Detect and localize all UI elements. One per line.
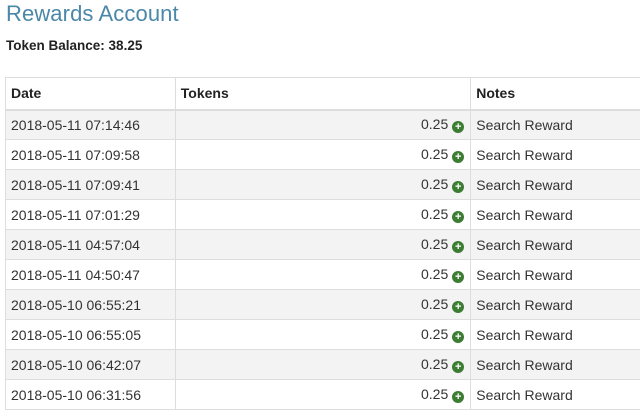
token-amount: 0.25 [420, 206, 449, 222]
plus-circle-icon: + [452, 361, 465, 373]
cell-tokens: 0.25 + [174, 259, 472, 290]
cell-date: 2018-05-10 06:55:05 [5, 319, 176, 350]
token-amount: 0.25 [420, 386, 449, 402]
cell-notes: Search Reward [470, 229, 640, 260]
plus-circle-icon: + [452, 391, 465, 403]
cell-notes: Search Reward [470, 169, 640, 200]
cell-date: 2018-05-11 04:57:04 [5, 229, 176, 260]
cell-date: 2018-05-11 04:50:47 [5, 259, 176, 290]
cell-date: 2018-05-11 07:09:41 [5, 169, 176, 200]
token-amount: 0.25 [420, 326, 449, 342]
plus-circle-icon: + [452, 151, 465, 163]
table-row: 2018-05-11 04:50:47 0.25 + Search Reward [5, 259, 640, 290]
token-amount: 0.25 [420, 236, 449, 252]
table-row: 2018-05-11 07:09:41 0.25 + Search Reward [5, 169, 640, 200]
table-row: 2018-05-11 07:14:46 0.25 + Search Reward [5, 109, 640, 140]
cell-tokens: 0.25 + [174, 349, 472, 380]
cell-notes: Search Reward [470, 349, 640, 380]
rewards-table: Date Tokens Notes 2018-05-11 07:14:46 0.2… [5, 77, 640, 410]
table-header-row: Date Tokens Notes [5, 77, 640, 111]
table-row: 2018-05-11 07:09:58 0.25 + Search Reward [5, 139, 640, 170]
cell-notes: Search Reward [470, 289, 640, 320]
plus-circle-icon: + [452, 301, 465, 313]
token-balance-value: 38.25 [108, 38, 143, 53]
cell-tokens: 0.25 + [174, 319, 472, 350]
column-header-tokens: Tokens [174, 77, 472, 111]
cell-date: 2018-05-11 07:01:29 [5, 199, 176, 230]
cell-date: 2018-05-10 06:42:07 [5, 349, 176, 380]
table-row: 2018-05-11 07:01:29 0.25 + Search Reward [5, 199, 640, 230]
cell-date: 2018-05-10 06:55:21 [5, 289, 176, 320]
token-balance: Token Balance: 38.25 [6, 38, 142, 53]
page-title: Rewards Account [6, 1, 179, 26]
column-header-notes: Notes [470, 77, 640, 111]
cell-tokens: 0.25 + [174, 229, 472, 260]
token-amount: 0.25 [420, 116, 449, 133]
cell-tokens: 0.25 + [174, 109, 472, 140]
cell-tokens: 0.25 + [174, 169, 472, 200]
token-amount: 0.25 [420, 266, 449, 282]
plus-circle-icon: + [452, 271, 465, 283]
plus-circle-icon: + [452, 181, 465, 193]
cell-tokens: 0.25 + [174, 379, 472, 410]
cell-notes: Search Reward [470, 139, 640, 170]
cell-date: 2018-05-10 06:31:56 [5, 379, 176, 410]
token-amount: 0.25 [420, 176, 449, 192]
plus-circle-icon: + [452, 211, 465, 223]
token-balance-label: Token Balance: [6, 38, 105, 53]
cell-notes: Search Reward [470, 109, 640, 140]
cell-tokens: 0.25 + [174, 139, 472, 170]
plus-circle-icon: + [452, 241, 465, 253]
table-row: 2018-05-10 06:55:21 0.25 + Search Reward [5, 289, 640, 320]
table-row: 2018-05-10 06:42:07 0.25 + Search Reward [5, 349, 640, 380]
cell-tokens: 0.25 + [174, 199, 472, 230]
cell-notes: Search Reward [470, 199, 640, 230]
plus-circle-icon: + [452, 331, 465, 343]
plus-circle-icon: + [452, 121, 465, 134]
cell-notes: Search Reward [470, 319, 640, 350]
cell-date: 2018-05-11 07:09:58 [5, 139, 176, 170]
token-amount: 0.25 [420, 296, 449, 312]
cell-tokens: 0.25 + [174, 289, 472, 320]
token-amount: 0.25 [420, 146, 449, 162]
column-header-date: Date [5, 77, 176, 111]
table-row: 2018-05-10 06:55:05 0.25 + Search Reward [5, 319, 640, 350]
cell-date: 2018-05-11 07:14:46 [5, 109, 176, 140]
cell-notes: Search Reward [470, 379, 640, 410]
token-amount: 0.25 [420, 356, 449, 372]
cell-notes: Search Reward [470, 259, 640, 290]
table-row: 2018-05-10 06:31:56 0.25 + Search Reward [5, 379, 640, 410]
table-row: 2018-05-11 04:57:04 0.25 + Search Reward [5, 229, 640, 260]
